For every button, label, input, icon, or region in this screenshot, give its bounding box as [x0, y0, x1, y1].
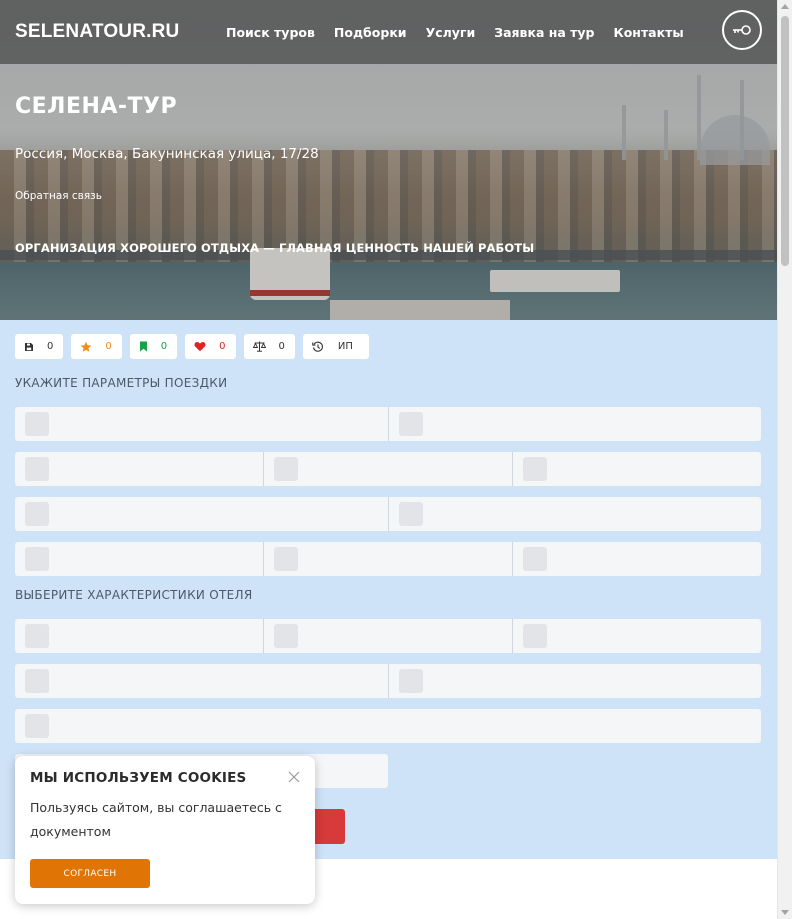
field-placeholder-icon	[274, 624, 298, 648]
trip-field-9[interactable]	[264, 542, 513, 576]
site-header: SELENATOUR.RU Поиск туров Подборки Услуг…	[0, 0, 777, 64]
field-placeholder-icon	[25, 457, 49, 481]
favorites-count: 0	[219, 341, 226, 352]
field-placeholder-icon	[25, 502, 49, 526]
nav-item-tour-request[interactable]: Заявка на тур	[494, 25, 594, 40]
hotel-row-3	[15, 709, 761, 743]
trip-row-4	[15, 542, 761, 576]
history-count: ИП	[337, 341, 353, 352]
field-placeholder-icon	[25, 714, 49, 738]
cookie-consent-popup: МЫ ИСПОЛЬЗУЕМ COOKIES Пользуясь сайтом, …	[15, 756, 315, 904]
nav-item-collections[interactable]: Подборки	[334, 25, 407, 40]
field-placeholder-icon	[399, 502, 423, 526]
trip-field-6[interactable]	[15, 497, 389, 531]
trip-field-7[interactable]	[389, 497, 761, 531]
scrollbar-thumb[interactable]	[781, 16, 789, 266]
field-placeholder-icon	[25, 412, 49, 436]
bookmark-counter[interactable]: 0	[129, 334, 178, 359]
main-nav: Поиск туров Подборки Услуги Заявка на ту…	[226, 25, 684, 40]
key-icon	[733, 25, 751, 35]
close-icon[interactable]	[287, 770, 301, 784]
field-placeholder-icon	[274, 547, 298, 571]
nav-item-tour-search[interactable]: Поиск туров	[226, 25, 315, 40]
saved-count: 0	[47, 341, 54, 352]
compare-count: 0	[278, 341, 285, 352]
hotel-row-1	[15, 619, 761, 653]
compare-counter[interactable]: 0	[243, 334, 295, 359]
favorites-counter[interactable]: 0	[185, 334, 236, 359]
hotel-field-2[interactable]	[264, 619, 513, 653]
trip-field-1[interactable]	[15, 407, 389, 441]
trip-params-heading: УКАЖИТЕ ПАРАМЕТРЫ ПОЕЗДКИ	[15, 376, 228, 390]
saved-counter[interactable]: 0	[15, 334, 64, 359]
trip-field-5[interactable]	[513, 452, 761, 486]
feedback-link[interactable]: Обратная связь	[15, 190, 102, 202]
trip-field-3[interactable]	[15, 452, 264, 486]
scales-icon	[252, 341, 266, 352]
user-counters: 0 0 0 0 0 ИП	[15, 334, 369, 359]
starred-counter[interactable]: 0	[71, 334, 122, 359]
site-logo[interactable]: SELENATOUR.RU	[15, 21, 179, 43]
history-counter[interactable]: ИП	[302, 334, 369, 359]
save-icon	[25, 342, 33, 351]
field-placeholder-icon	[399, 669, 423, 693]
nav-item-contacts[interactable]: Контакты	[614, 25, 684, 40]
trip-field-8[interactable]	[15, 542, 264, 576]
trip-row-1	[15, 407, 761, 441]
trip-row-3	[15, 497, 761, 531]
star-icon	[81, 341, 92, 352]
trip-field-4[interactable]	[264, 452, 513, 486]
company-address: Россия, Москва, Бакунинская улица, 17/28	[15, 146, 319, 162]
field-placeholder-icon	[25, 624, 49, 648]
field-placeholder-icon	[25, 669, 49, 693]
bookmark-count: 0	[160, 341, 168, 352]
scroll-up-arrow-icon[interactable]	[781, 4, 789, 9]
hotel-field-4[interactable]	[15, 664, 389, 698]
field-placeholder-icon	[399, 412, 423, 436]
hotel-field-1[interactable]	[15, 619, 264, 653]
field-placeholder-icon	[523, 624, 547, 648]
cookie-title: МЫ ИСПОЛЬЗУЕМ COOKIES	[30, 770, 247, 786]
trip-field-2[interactable]	[389, 407, 761, 441]
field-placeholder-icon	[523, 457, 547, 481]
hotel-field-3[interactable]	[513, 619, 761, 653]
field-placeholder-icon	[523, 547, 547, 571]
login-button[interactable]	[722, 10, 762, 50]
scroll-down-arrow-icon[interactable]	[781, 910, 789, 915]
heart-icon	[194, 341, 206, 352]
trip-row-2	[15, 452, 761, 486]
cookie-accept-button[interactable]: СОГЛАСЕН	[30, 859, 150, 888]
field-placeholder-icon	[274, 457, 298, 481]
company-slogan: ОРГАНИЗАЦИЯ ХОРОШЕГО ОТДЫХА — ГЛАВНАЯ ЦЕ…	[15, 241, 535, 255]
nav-item-services[interactable]: Услуги	[426, 25, 476, 40]
hotel-row-2	[15, 664, 761, 698]
hotel-field-6[interactable]	[15, 709, 761, 743]
company-title: СЕЛЕНА-ТУР	[15, 94, 178, 119]
bookmark-icon	[139, 341, 147, 352]
hotel-features-heading: ВЫБЕРИТЕ ХАРАКТЕРИСТИКИ ОТЕЛЯ	[15, 588, 253, 602]
field-placeholder-icon	[25, 547, 49, 571]
cookie-text: Пользуясь сайтом, вы соглашаетесь с доку…	[30, 800, 282, 839]
page-scrollbar[interactable]	[777, 0, 792, 919]
trip-field-10[interactable]	[513, 542, 761, 576]
hotel-field-5[interactable]	[389, 664, 761, 698]
starred-count: 0	[105, 341, 112, 352]
history-icon	[312, 341, 323, 352]
